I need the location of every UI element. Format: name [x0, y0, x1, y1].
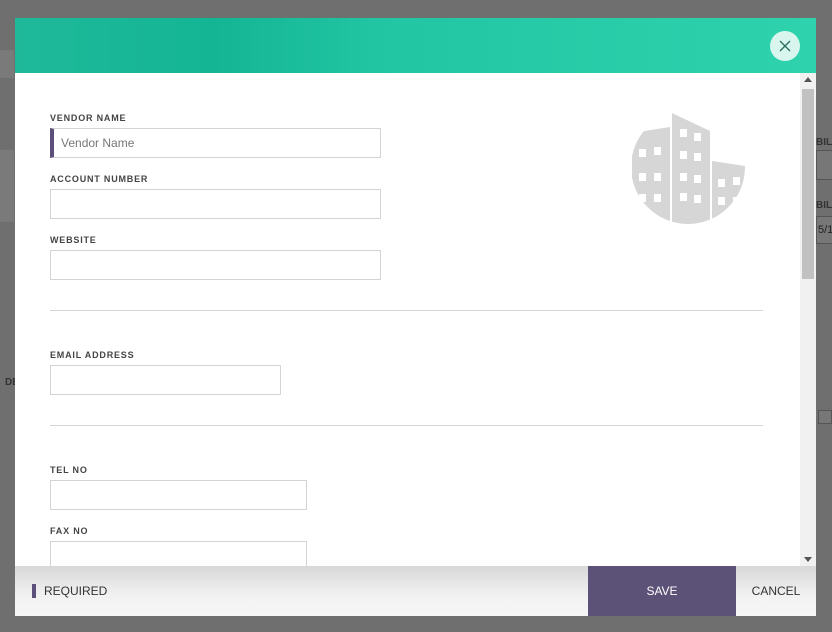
- email-address-label: EMAIL ADDRESS: [50, 350, 135, 360]
- required-indicator: [32, 584, 36, 598]
- required-label: REQUIRED: [44, 584, 108, 598]
- background-checkbox: [818, 410, 832, 424]
- modal-footer: REQUIRED SAVE CANCEL: [15, 566, 816, 616]
- close-icon: [779, 40, 791, 52]
- save-button[interactable]: SAVE: [588, 566, 736, 616]
- email-address-input[interactable]: [50, 365, 281, 395]
- vendor-name-input[interactable]: [50, 128, 381, 158]
- website-label: WEBSITE: [50, 235, 97, 245]
- vendor-name-label: VENDOR NAME: [50, 113, 127, 123]
- background-text-date: 5/1: [818, 224, 832, 236]
- background-text-bill: BILL: [816, 137, 832, 148]
- cancel-button[interactable]: CANCEL: [736, 566, 816, 616]
- scroll-down-icon[interactable]: [804, 557, 812, 562]
- account-number-label: ACCOUNT NUMBER: [50, 174, 149, 184]
- website-input[interactable]: [50, 250, 381, 280]
- building-icon: [632, 113, 745, 224]
- fax-no-label: FAX NO: [50, 526, 89, 536]
- section-divider: [50, 310, 763, 311]
- tel-no-label: TEL NO: [50, 465, 88, 475]
- background-panel: [0, 150, 14, 222]
- tel-no-input[interactable]: [50, 480, 307, 510]
- background-date-field: 5/1: [816, 216, 832, 244]
- scroll-up-icon[interactable]: [804, 77, 812, 82]
- background-field: [816, 150, 832, 180]
- close-button[interactable]: [770, 31, 800, 61]
- account-number-input[interactable]: [50, 189, 381, 219]
- fax-no-input[interactable]: [50, 541, 307, 566]
- background-text-bill-2: BILL: [816, 200, 832, 211]
- scroll-thumb[interactable]: [802, 89, 814, 279]
- vendor-modal: VENDOR NAME ACCOUNT NUMBER WEBSITE EMAIL…: [15, 18, 816, 616]
- modal-scrollbar[interactable]: [800, 73, 816, 566]
- background-dropdown: [0, 50, 14, 78]
- modal-body: VENDOR NAME ACCOUNT NUMBER WEBSITE EMAIL…: [15, 73, 800, 566]
- section-divider: [50, 425, 763, 426]
- modal-header: [15, 18, 816, 73]
